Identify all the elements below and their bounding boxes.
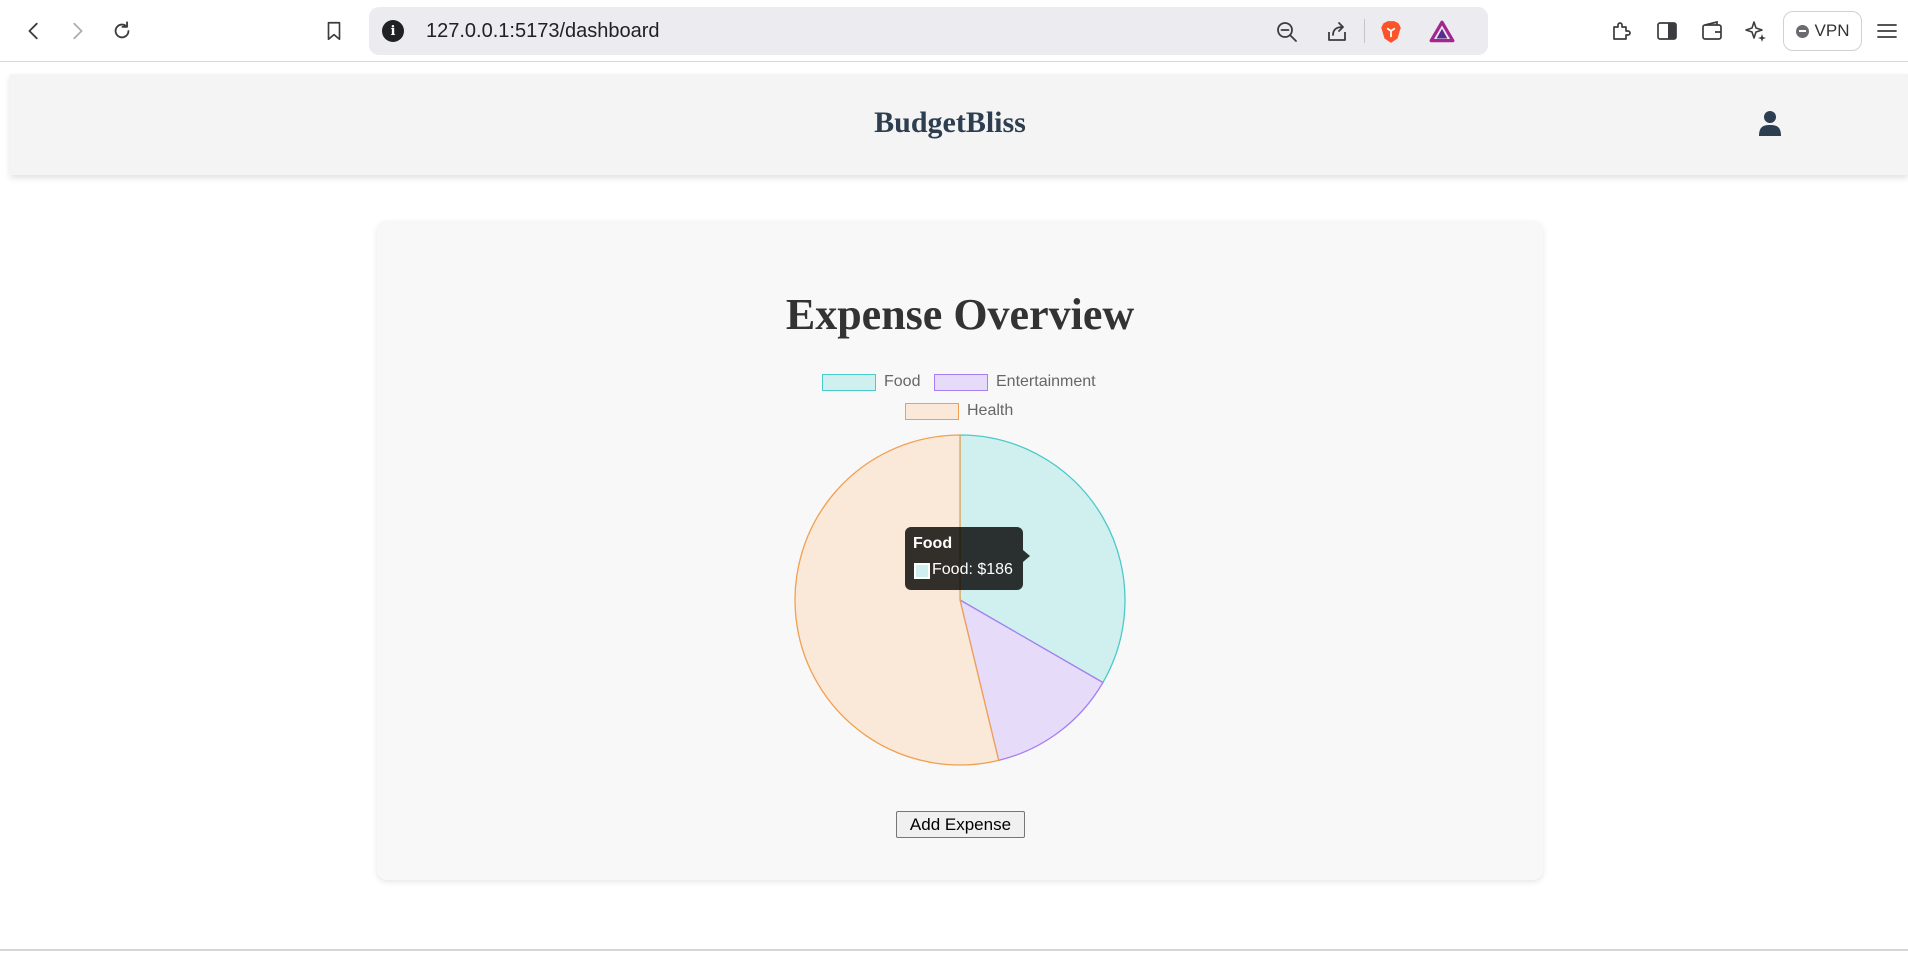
browser-toolbar: i 127.0.0.1:5173/dashboard VPN [0,0,1908,62]
brand-title: BudgetBliss [874,106,1026,139]
share-icon[interactable] [1324,19,1350,45]
window-bottom-border [0,949,1908,951]
user-icon[interactable] [1758,110,1782,136]
tooltip-swatch [914,563,930,579]
chevron-right-icon [73,22,83,40]
back-button[interactable] [18,15,50,47]
expense-card: Expense Overview Food Entertainment Heal… [377,221,1543,880]
chevron-left-icon [28,22,38,40]
vpn-label: VPN [1814,21,1850,40]
app-header: BudgetBliss [10,74,1908,175]
reload-button[interactable] [106,15,138,47]
url-text[interactable]: 127.0.0.1:5173/dashboard [426,20,660,43]
reload-icon [114,21,130,39]
brave-rewards-icon[interactable] [1429,19,1455,45]
zoom-out-icon[interactable] [1274,19,1300,45]
vpn-button[interactable]: VPN [1783,11,1862,51]
extensions-icon[interactable] [1608,17,1636,45]
menu-icon[interactable] [1873,17,1901,45]
site-info-icon[interactable]: i [382,20,404,42]
vpn-status-icon [1795,24,1809,38]
sidebar-icon[interactable] [1653,17,1681,45]
bookmark-icon [327,21,341,41]
forward-button[interactable] [61,15,93,47]
leo-ai-icon[interactable] [1742,17,1770,45]
brave-shields-icon[interactable] [1378,19,1404,45]
chart-tooltip: Food Food: $186 [905,527,1030,590]
tooltip-label: Food: $186 [932,561,1013,578]
address-bar[interactable]: i 127.0.0.1:5173/dashboard [369,7,1488,55]
wallet-icon[interactable] [1698,17,1726,45]
add-expense-button[interactable]: Add Expense [896,811,1025,838]
bookmark-button[interactable] [318,15,350,47]
tooltip-title: Food [913,535,953,552]
divider [1364,19,1365,43]
